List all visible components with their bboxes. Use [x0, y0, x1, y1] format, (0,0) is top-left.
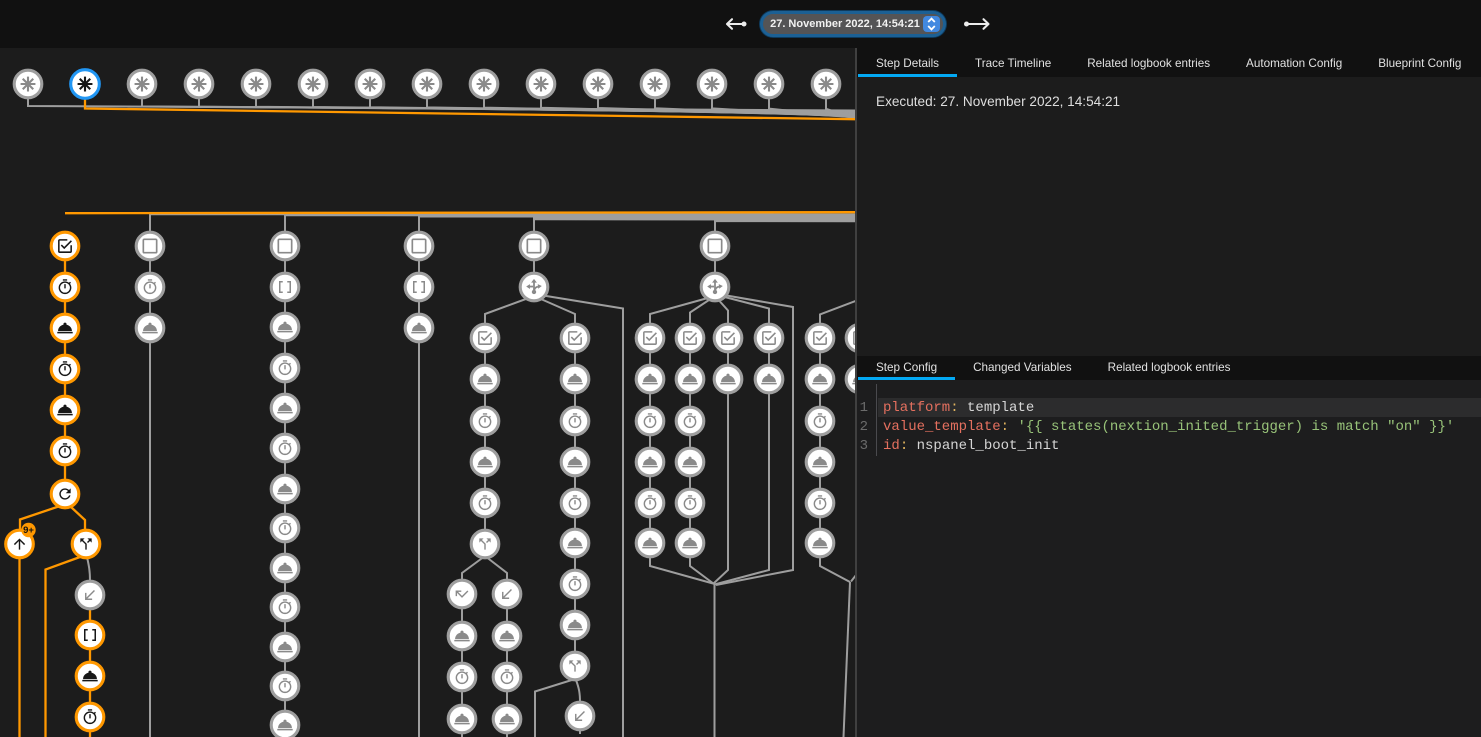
svg-text:9+: 9+ [23, 525, 34, 536]
